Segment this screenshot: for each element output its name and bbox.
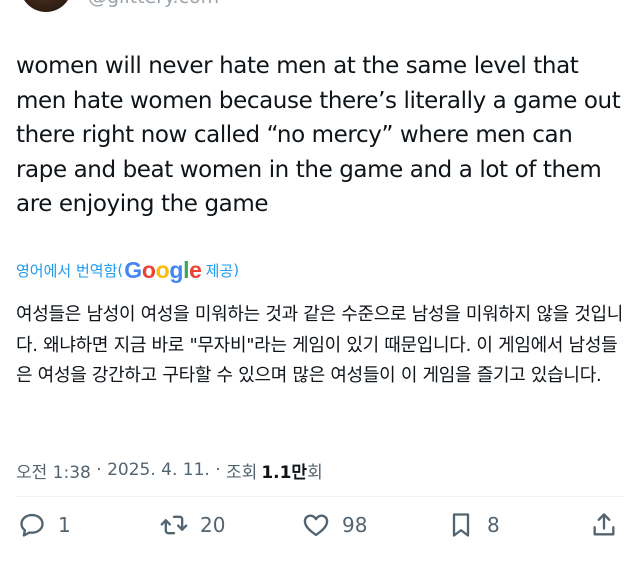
open-paren: (	[117, 261, 124, 279]
close-paren: )	[233, 261, 240, 279]
google-logo-letter: o	[155, 256, 170, 283]
translation-attribution: 영어에서 번역함 ( Google 제공 )	[16, 256, 239, 284]
tweet-date[interactable]: 2025. 4. 11.	[107, 460, 210, 480]
translated-from-label[interactable]: 영어에서 번역함	[16, 260, 117, 281]
reply-count: 1	[58, 513, 71, 537]
bookmark-count: 8	[487, 513, 500, 537]
translated-text: 여성들은 남성이 여성을 미워하는 것과 같은 수준으로 남성을 미워하지 않을…	[16, 304, 624, 386]
google-logo: Google	[124, 256, 202, 284]
avatar[interactable]	[20, 0, 72, 12]
google-logo-letter: o	[141, 256, 156, 283]
share-button[interactable]	[590, 506, 618, 544]
action-bar: 1 20 98 8	[0, 506, 640, 544]
reply-icon	[18, 511, 46, 539]
retweet-count: 20	[200, 513, 226, 537]
divider	[16, 496, 624, 497]
meta-separator: ·	[90, 460, 108, 480]
google-logo-letter: g	[169, 256, 184, 283]
bookmark-button[interactable]: 8	[447, 506, 500, 544]
views-unit: 회	[307, 462, 323, 483]
tweet-time[interactable]: 오전 1:38	[16, 458, 91, 483]
author-handle[interactable]: @glittery.com	[88, 0, 219, 8]
views-label: 조회	[226, 462, 258, 483]
retweet-button[interactable]: 20	[160, 506, 225, 544]
meta-separator: ·	[209, 460, 227, 480]
retweet-icon	[160, 511, 188, 539]
share-icon	[590, 511, 618, 539]
google-logo-letter: G	[124, 256, 142, 283]
heart-icon	[302, 511, 330, 539]
views-count[interactable]: 1.1만	[261, 458, 307, 483]
like-count: 98	[342, 513, 368, 537]
google-logo-letter: e	[189, 256, 202, 283]
bookmark-icon	[447, 511, 475, 539]
like-button[interactable]: 98	[302, 506, 367, 544]
tweet-text: women will never hate men at the same le…	[16, 53, 621, 217]
tweet-meta: 오전 1:38 · 2025. 4. 11. · 조회 1.1만 회	[16, 456, 323, 484]
provided-by-label: 제공	[205, 261, 234, 280]
reply-button[interactable]: 1	[18, 506, 71, 544]
